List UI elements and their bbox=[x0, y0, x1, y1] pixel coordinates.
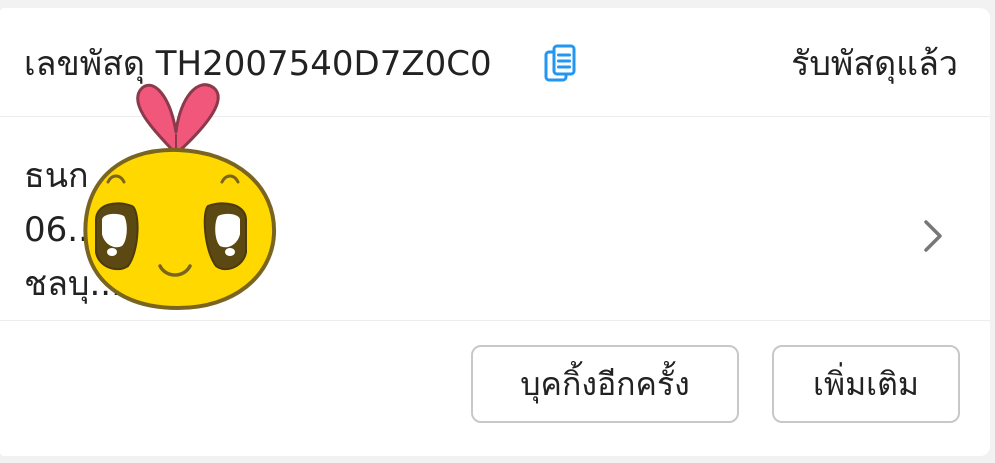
more-button[interactable]: เพิ่มเติม bbox=[772, 345, 960, 423]
copy-icon[interactable] bbox=[543, 44, 579, 84]
rebook-button[interactable]: บุคกิ้งอีกครั้ง bbox=[471, 345, 739, 423]
tracking-label: เลขพัสดุ bbox=[24, 44, 145, 84]
recipient-address-row[interactable]: ธนก ... รปิฎก 06... ชลบุ... bbox=[0, 116, 990, 321]
parcel-status: รับพัสดุแล้ว bbox=[791, 44, 958, 84]
chevron-right-icon[interactable] bbox=[918, 216, 946, 256]
parcel-card: เลขพัสดุ TH2007540D7Z0C0 รับพัสดุแล้ว ธน… bbox=[0, 8, 990, 456]
tracking-number-line: เลขพัสดุ TH2007540D7Z0C0 bbox=[24, 40, 492, 88]
parcel-header: เลขพัสดุ TH2007540D7Z0C0 รับพัสดุแล้ว bbox=[0, 8, 990, 117]
recipient-location: ชลบุ... bbox=[24, 264, 122, 304]
recipient-phone: 06... bbox=[24, 210, 100, 250]
tracking-number: TH2007540D7Z0C0 bbox=[155, 44, 492, 84]
recipient-name: ธนก ... รปิฎก bbox=[24, 156, 226, 196]
action-bar: บุคกิ้งอีกครั้ง เพิ่มเติม bbox=[0, 320, 990, 456]
